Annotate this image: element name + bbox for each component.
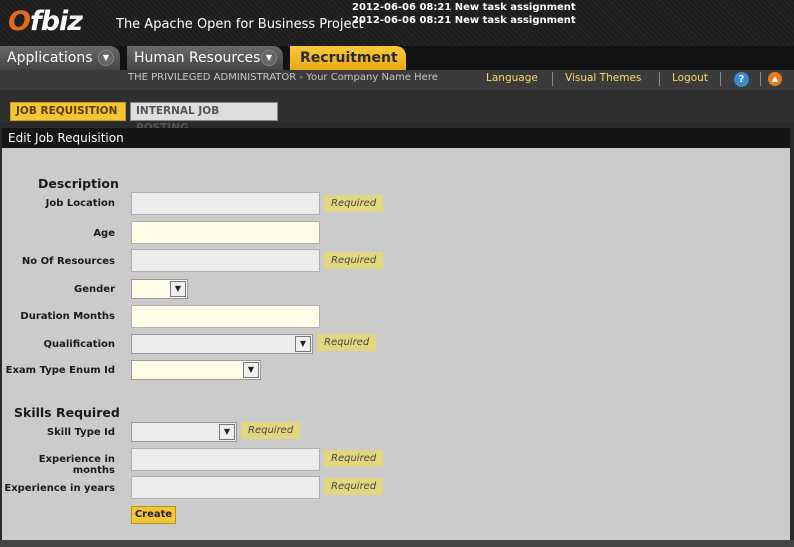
age-label: Age [93,228,115,239]
job-location-input[interactable] [131,192,320,215]
tab-human-resources[interactable]: Human Resources ▼ [127,46,283,70]
exam-type-select[interactable]: ▼ [131,360,261,380]
section-description: Description [38,176,119,191]
experience-years-input[interactable] [131,476,320,499]
duration-months-input[interactable] [131,305,320,328]
chevron-down-icon[interactable]: ▼ [261,50,277,66]
experience-years-label: Experience in years [4,483,115,494]
notifications: 2012-06-06 08:21 New task assignment 201… [352,1,576,27]
no-of-resources-label: No Of Resources [21,256,115,267]
help-icon[interactable]: ? [734,72,749,87]
create-button[interactable]: Create [131,506,176,524]
panel-title: Edit Job Requisition [2,128,790,148]
footer-bar [0,540,794,547]
visual-themes-link[interactable]: Visual Themes [565,72,641,84]
user-bar: THE PRIVILEGED ADMINISTRATOR - Your Comp… [0,70,794,90]
required-badge: Required [324,450,384,467]
qualification-select[interactable]: ▼ [131,334,313,354]
collapse-up-icon[interactable]: ▲ [768,72,782,86]
notification-item[interactable]: 2012-06-06 08:21 New task assignment [352,1,576,14]
required-badge: Required [241,422,301,439]
chevron-down-icon[interactable]: ▼ [243,362,259,378]
chevron-down-icon[interactable]: ▼ [219,424,235,440]
tab-applications[interactable]: Applications ▼ [0,46,120,70]
tab-job-requisition[interactable]: JOB REQUISITION [10,102,126,121]
header: Ofbiz The Apache Open for Business Proje… [0,0,794,46]
experience-months-input[interactable] [131,448,320,471]
chevron-down-icon[interactable]: ▼ [295,336,311,352]
app-tabs: Applications ▼ Human Resources ▼ Recruit… [0,46,794,70]
required-badge: Required [324,195,384,212]
gender-select[interactable]: ▼ [131,279,188,299]
divider [552,72,553,86]
job-requisition-form: Description Job Location Required Age No… [2,148,790,540]
gender-label: Gender [74,284,115,295]
experience-months-label: Experience in months [38,454,115,476]
chevron-down-icon[interactable]: ▼ [170,281,186,297]
tagline: The Apache Open for Business Project [116,17,364,32]
tab-internal-job-posting[interactable]: INTERNAL JOB POSTING [130,102,278,134]
required-badge: Required [324,478,384,495]
skill-type-select[interactable]: ▼ [131,422,237,442]
divider [659,72,660,86]
logout-link[interactable]: Logout [672,72,708,84]
tab-recruitment[interactable]: Recruitment [290,46,406,70]
job-location-label: Job Location [45,198,115,209]
section-skills-required: Skills Required [14,405,120,420]
duration-months-label: Duration Months [20,311,115,322]
notification-item[interactable]: 2012-06-06 08:21 New task assignment [352,14,576,27]
chevron-down-icon[interactable]: ▼ [98,50,114,66]
skill-type-label: Skill Type Id [46,427,115,438]
age-input[interactable] [131,221,320,244]
qualification-label: Qualification [43,339,115,350]
required-badge: Required [324,252,384,269]
divider [720,72,721,86]
ofbiz-logo[interactable]: Ofbiz [8,6,83,37]
user-name: THE PRIVILEGED ADMINISTRATOR - Your Comp… [128,72,438,83]
language-link[interactable]: Language [486,72,538,84]
required-badge: Required [317,334,377,351]
no-of-resources-input[interactable] [131,249,320,272]
exam-type-label: Exam Type Enum Id [5,365,115,376]
divider [760,72,761,86]
sub-tabs: JOB REQUISITION INTERNAL JOB POSTING [0,90,794,134]
